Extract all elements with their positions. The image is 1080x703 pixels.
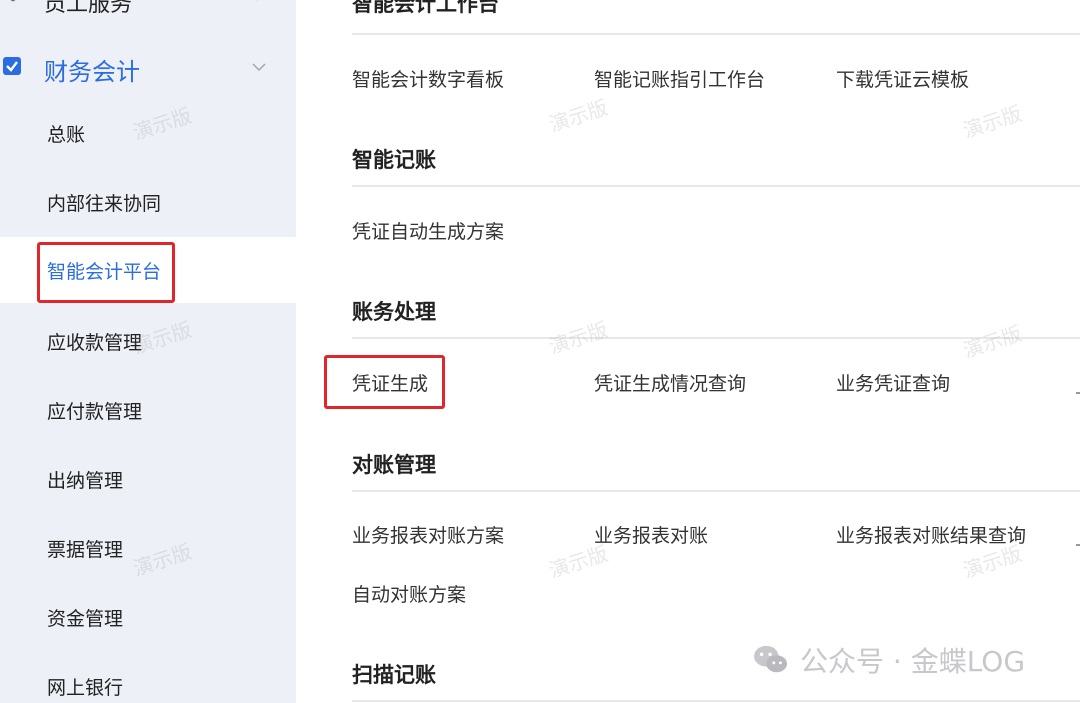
sidebar-item-label: 员工服务 [44, 0, 133, 17]
sidebar-item-label: 总账 [47, 123, 86, 146]
clipped-link-fragment [1076, 544, 1080, 546]
checkbox-icon [3, 57, 21, 75]
sidebar-item-label: 应付款管理 [47, 400, 143, 423]
sidebar-item-cashier[interactable]: 出纳管理 [0, 446, 296, 512]
sidebar-item-general-ledger[interactable]: 总账 [0, 100, 296, 166]
watermark: 演示版 [546, 95, 611, 137]
sidebar-item-online-banking[interactable]: 网上银行 [0, 653, 296, 703]
sidebar-item-label: 网上银行 [47, 676, 124, 699]
section-title: 智能记账 [352, 148, 436, 172]
link-report-reconciliation-plan[interactable]: 业务报表对账方案 [352, 521, 504, 548]
sidebar-item-receivables[interactable]: 应收款管理 [0, 308, 296, 374]
footer-brand: 公众号 · 金蝶LOG [752, 640, 1025, 680]
sidebar-item-employee-service[interactable]: 员工服务 [0, 0, 296, 18]
section-divider [352, 490, 1080, 492]
link-auto-reconciliation-plan[interactable]: 自动对账方案 [352, 580, 466, 607]
section-divider [352, 700, 1080, 702]
section-divider [352, 337, 1080, 339]
chevron-down-icon [252, 63, 266, 72]
section-divider [352, 33, 1080, 35]
sidebar-item-payables[interactable]: 应付款管理 [0, 377, 296, 443]
sidebar-item-bills[interactable]: 票据管理 [0, 515, 296, 581]
link-voucher-generation[interactable]: 凭证生成 [352, 369, 428, 396]
footer-brand-text: 公众号 · 金蝶LOG [800, 645, 1026, 678]
sidebar-item-label: 出纳管理 [47, 469, 124, 492]
link-smart-bookkeeping-guide[interactable]: 智能记账指引工作台 [594, 65, 765, 92]
watermark: 演示版 [960, 321, 1025, 363]
section-title: 账务处理 [352, 300, 436, 324]
clipped-link-fragment [1076, 392, 1080, 394]
sidebar-item-label: 应收款管理 [47, 331, 143, 354]
section-divider [352, 185, 1080, 187]
sidebar-item-funds[interactable]: 资金管理 [0, 584, 296, 650]
section-title: 智能会计工作台 [352, 0, 499, 16]
sidebar-item-label: 内部往来协同 [47, 192, 162, 215]
wechat-icon [754, 645, 787, 673]
sidebar-item-label: 资金管理 [47, 607, 124, 630]
sidebar-group-finance-accounting[interactable]: 财务会计 [0, 44, 296, 90]
link-business-voucher-query[interactable]: 业务凭证查询 [836, 369, 950, 396]
link-voucher-generation-status-query[interactable]: 凭证生成情况查询 [594, 369, 746, 396]
sidebar: 员工服务 财务会计 总账 内部往来协同 智能会计平台 应收款管理 应付款管理 出… [0, 0, 296, 703]
link-smart-accounting-dashboard[interactable]: 智能会计数字看板 [352, 65, 504, 92]
main-content: 智能会计工作台 智能会计数字看板 智能记账指引工作台 下载凭证云模板 智能记账 … [296, 0, 1080, 703]
sidebar-item-internal-collaboration[interactable]: 内部往来协同 [0, 169, 296, 235]
chevron-right-icon [256, 0, 258, 1]
sidebar-item-label: 智能会计平台 [47, 260, 162, 283]
layers-icon [10, 0, 16, 2]
section-title: 扫描记账 [352, 663, 436, 687]
link-report-reconciliation-result-query[interactable]: 业务报表对账结果查询 [836, 521, 1026, 548]
sidebar-item-label: 票据管理 [47, 538, 124, 561]
sidebar-item-smart-accounting-platform[interactable]: 智能会计平台 [0, 237, 296, 303]
watermark: 演示版 [960, 101, 1025, 143]
sidebar-group-label: 财务会计 [44, 58, 140, 86]
link-voucher-auto-generation-plan[interactable]: 凭证自动生成方案 [352, 217, 504, 244]
section-title: 对账管理 [352, 453, 436, 477]
link-download-voucher-template[interactable]: 下载凭证云模板 [836, 65, 969, 92]
link-report-reconciliation[interactable]: 业务报表对账 [594, 521, 708, 548]
